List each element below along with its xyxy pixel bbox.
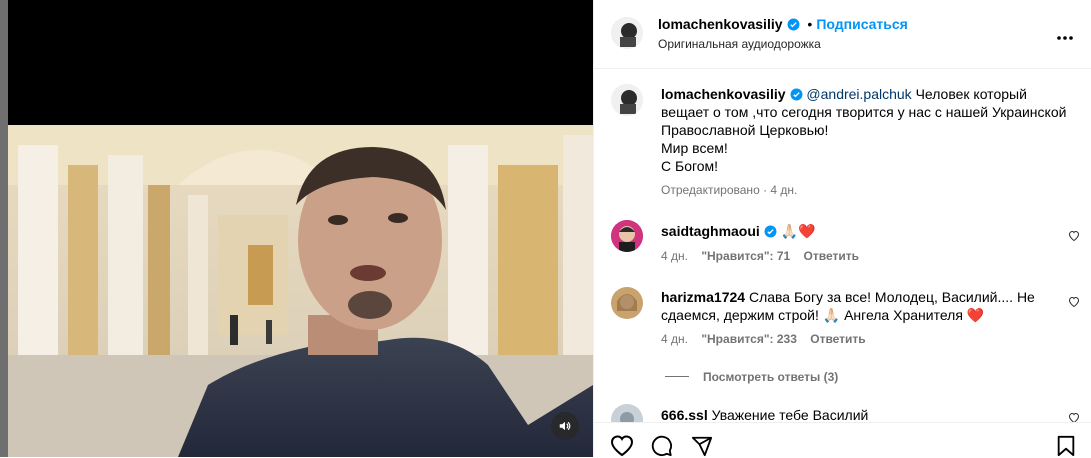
avatar[interactable] [611, 17, 643, 49]
more-options-icon[interactable] [1056, 28, 1074, 46]
comment-time[interactable]: 4 дн. [661, 332, 688, 346]
post-header: lomachenkovasiliy • Подписаться Оригиналь… [594, 0, 1091, 69]
post-details-panel: lomachenkovasiliy • Подписаться Оригиналь… [593, 0, 1091, 458]
caption-line-2: вещает о том ,что сегодня творится у нас… [661, 104, 1067, 120]
caption-avatar[interactable] [611, 84, 643, 116]
view-replies-line [665, 376, 689, 378]
share-icon[interactable] [690, 435, 714, 457]
comment-likes[interactable]: "Нравится": 233 [701, 332, 797, 346]
comment-likes[interactable]: "Нравится": 71 [701, 249, 790, 263]
view-replies-button[interactable]: Посмотреть ответы (3) [665, 368, 838, 386]
caption-username[interactable]: lomachenkovasiliy [661, 86, 786, 102]
verified-badge-icon [787, 18, 799, 31]
caption-line-4: Мир всем! [661, 140, 728, 156]
reply-button[interactable]: Ответить [804, 249, 859, 263]
comment-username[interactable]: 666.ssl [661, 407, 708, 423]
comment-avatar[interactable] [611, 220, 643, 252]
post-author-username[interactable]: lomachenkovasiliy [658, 16, 783, 32]
audio-label[interactable]: Оригинальная аудиодорожка [658, 37, 821, 51]
post-action-bar [594, 422, 1091, 458]
view-replies-label: Посмотреть ответы (3) [703, 370, 839, 384]
mention-link[interactable]: @andrei.palchuk [806, 86, 911, 102]
save-bookmark-icon[interactable] [1056, 435, 1076, 457]
background-feed-strip [0, 0, 8, 457]
caption-meta: Отредактировано · 4 дн. [661, 183, 798, 197]
comment-text: harizma1724 Слава Богу за все! Молодец, … [661, 288, 1056, 324]
like-comment-heart-icon[interactable] [1068, 296, 1080, 308]
caption-line-1: Человек который [911, 86, 1027, 102]
comment-text: Уважение тебе Василий [711, 407, 869, 423]
caption-line-3: Православной Церковью! [661, 122, 829, 138]
comment-text: 🙏🏻❤️ [780, 223, 816, 239]
verified-badge-icon [790, 88, 802, 101]
verified-badge-icon [764, 225, 777, 238]
comment-username[interactable]: saidtaghmaoui [661, 223, 760, 239]
like-comment-heart-icon[interactable] [1068, 230, 1080, 242]
caption-line-5: С Богом! [661, 158, 719, 174]
speaker-icon [559, 421, 571, 431]
separator-dot: • [807, 16, 813, 32]
like-heart-icon[interactable] [610, 435, 634, 457]
comment-avatar[interactable] [611, 287, 643, 319]
post-media[interactable] [8, 0, 593, 457]
reply-button[interactable]: Ответить [810, 332, 865, 346]
follow-button[interactable]: Подписаться [816, 16, 908, 32]
audio-toggle-button[interactable] [551, 412, 579, 440]
video-frame[interactable] [8, 125, 593, 457]
comment-time[interactable]: 4 дн. [661, 249, 688, 263]
comment-icon[interactable] [650, 435, 674, 457]
caption-text: lomachenkovasiliy @andrei.palchuk Челове… [661, 85, 1073, 175]
comment-username[interactable]: harizma1724 [661, 289, 745, 305]
